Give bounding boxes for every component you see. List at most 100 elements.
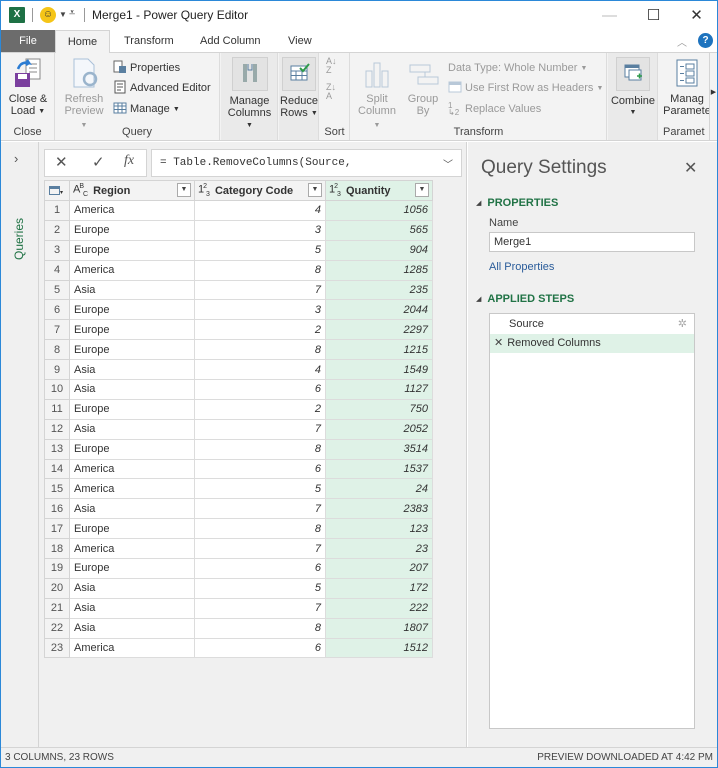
properties-button[interactable]: Properties bbox=[113, 59, 180, 77]
expand-queries-icon[interactable]: › bbox=[14, 151, 18, 166]
collapse-ribbon-icon[interactable]: ︿ bbox=[677, 34, 687, 49]
cell-quantity[interactable]: 1807 bbox=[325, 617, 433, 639]
cell-quantity[interactable]: 207 bbox=[325, 558, 433, 579]
cell-category-code[interactable]: 4 bbox=[194, 359, 326, 381]
cell-category-code[interactable]: 6 bbox=[194, 458, 326, 480]
tab-file[interactable]: File bbox=[1, 30, 55, 53]
gear-icon[interactable]: ✲ bbox=[678, 315, 687, 334]
data-type-dropdown[interactable]: Data Type: Whole Number ▼ bbox=[448, 59, 587, 77]
cell-quantity[interactable]: 565 bbox=[325, 219, 433, 241]
cell-category-code[interactable]: 7 bbox=[194, 279, 326, 301]
group-by-button[interactable]: Group By bbox=[403, 57, 443, 117]
cell-category-code[interactable]: 8 bbox=[194, 438, 326, 460]
cell-quantity[interactable]: 23 bbox=[325, 538, 433, 560]
row-number[interactable]: 20 bbox=[44, 577, 70, 599]
cell-category-code[interactable]: 8 bbox=[194, 259, 326, 281]
cell-quantity[interactable]: 123 bbox=[325, 518, 433, 540]
cell-quantity[interactable]: 904 bbox=[325, 239, 433, 261]
row-number[interactable]: 8 bbox=[44, 339, 70, 361]
cell-category-code[interactable]: 7 bbox=[194, 498, 326, 520]
cell-quantity[interactable]: 1512 bbox=[325, 637, 433, 659]
properties-section-header[interactable]: ◢ PROPERTIES bbox=[476, 197, 558, 209]
row-number[interactable]: 7 bbox=[44, 319, 70, 341]
cell-quantity[interactable]: 1537 bbox=[325, 458, 433, 480]
text-type-icon[interactable]: ABC bbox=[73, 183, 88, 198]
advanced-editor-button[interactable]: Advanced Editor bbox=[113, 79, 211, 97]
cell-region[interactable]: Europe bbox=[69, 339, 195, 361]
cell-region[interactable]: America bbox=[69, 458, 195, 480]
cell-category-code[interactable]: 3 bbox=[194, 219, 326, 241]
cell-category-code[interactable]: 2 bbox=[194, 398, 326, 420]
cell-category-code[interactable]: 4 bbox=[194, 200, 326, 221]
cell-region[interactable]: Asia bbox=[69, 279, 195, 301]
cell-quantity[interactable]: 1127 bbox=[325, 379, 433, 400]
cell-region[interactable]: Asia bbox=[69, 597, 195, 619]
cell-quantity[interactable]: 750 bbox=[325, 398, 433, 420]
queries-pane-label[interactable]: Queries bbox=[7, 182, 31, 262]
cell-region[interactable]: Europe bbox=[69, 438, 195, 460]
row-number[interactable]: 12 bbox=[44, 418, 70, 440]
minimize-button[interactable]: — bbox=[587, 1, 632, 30]
cell-region[interactable]: Asia bbox=[69, 379, 195, 400]
cell-quantity[interactable]: 172 bbox=[325, 577, 433, 599]
row-number[interactable]: 11 bbox=[44, 398, 70, 420]
cell-category-code[interactable]: 8 bbox=[194, 617, 326, 639]
row-number[interactable]: 18 bbox=[44, 538, 70, 560]
cell-category-code[interactable]: 5 bbox=[194, 478, 326, 500]
number-type-icon[interactable]: 123 bbox=[198, 183, 210, 198]
manage-columns-button[interactable]: Manage Columns ▼ bbox=[223, 57, 276, 132]
delete-step-icon[interactable]: ✕ bbox=[494, 337, 503, 349]
row-number[interactable]: 1 bbox=[44, 200, 70, 221]
tab-view[interactable]: View bbox=[278, 30, 322, 53]
cell-category-code[interactable]: 5 bbox=[194, 577, 326, 599]
tab-transform[interactable]: Transform bbox=[114, 30, 184, 53]
cell-quantity[interactable]: 2383 bbox=[325, 498, 433, 520]
cell-quantity[interactable]: 222 bbox=[325, 597, 433, 619]
row-number[interactable]: 19 bbox=[44, 558, 70, 579]
cell-region[interactable]: Asia bbox=[69, 498, 195, 520]
cell-region[interactable]: Europe bbox=[69, 319, 195, 341]
cancel-formula-icon[interactable]: ✕ bbox=[55, 153, 68, 171]
cell-category-code[interactable]: 6 bbox=[194, 637, 326, 659]
confirm-formula-icon[interactable]: ✓ bbox=[92, 153, 105, 171]
cell-quantity[interactable]: 2297 bbox=[325, 319, 433, 341]
cell-category-code[interactable]: 2 bbox=[194, 319, 326, 341]
step-source[interactable]: Source ✲ bbox=[490, 315, 694, 334]
cell-region[interactable]: America bbox=[69, 200, 195, 221]
row-number[interactable]: 17 bbox=[44, 518, 70, 540]
cell-quantity[interactable]: 2052 bbox=[325, 418, 433, 440]
cell-region[interactable]: Asia bbox=[69, 617, 195, 639]
cell-quantity[interactable]: 1285 bbox=[325, 259, 433, 281]
row-number[interactable]: 9 bbox=[44, 359, 70, 381]
cell-category-code[interactable]: 7 bbox=[194, 597, 326, 619]
cell-category-code[interactable]: 7 bbox=[194, 538, 326, 560]
row-number[interactable]: 3 bbox=[44, 239, 70, 261]
customize-qat-icon[interactable]: ⩡ bbox=[69, 7, 75, 20]
ribbon-scroll-right-button[interactable]: ▶ bbox=[709, 53, 717, 140]
caret-down-icon[interactable]: ▼ bbox=[59, 10, 67, 19]
cell-region[interactable]: Europe bbox=[69, 299, 195, 321]
manage-button[interactable]: Manage ▼ bbox=[113, 100, 180, 118]
step-removed-columns[interactable]: ✕ Removed Columns bbox=[490, 334, 694, 353]
formula-bar[interactable]: = Table.RemoveColumns(Source, ﹀ bbox=[151, 149, 462, 177]
tab-add-column[interactable]: Add Column bbox=[190, 30, 271, 53]
cell-quantity[interactable]: 3514 bbox=[325, 438, 433, 460]
column-filter-button[interactable]: ▼ bbox=[308, 183, 322, 197]
smiley-feedback-icon[interactable]: ☺ bbox=[40, 7, 56, 23]
cell-category-code[interactable]: 6 bbox=[194, 558, 326, 579]
cell-region[interactable]: Asia bbox=[69, 418, 195, 440]
sort-ascending-button[interactable]: A↓ Z bbox=[326, 57, 344, 77]
cell-category-code[interactable]: 6 bbox=[194, 379, 326, 400]
maximize-button[interactable]: ☐ bbox=[631, 1, 676, 30]
insert-function-icon[interactable]: fx bbox=[124, 153, 134, 169]
close-query-settings-icon[interactable]: ✕ bbox=[684, 158, 697, 178]
row-number[interactable]: 14 bbox=[44, 458, 70, 480]
column-filter-button[interactable]: ▼ bbox=[177, 183, 191, 197]
help-icon[interactable]: ? bbox=[698, 33, 713, 48]
row-number[interactable]: 5 bbox=[44, 279, 70, 301]
row-number[interactable]: 4 bbox=[44, 259, 70, 281]
cell-category-code[interactable]: 3 bbox=[194, 299, 326, 321]
row-number[interactable]: 15 bbox=[44, 478, 70, 500]
formula-text[interactable]: = Table.RemoveColumns(Source, bbox=[160, 157, 351, 169]
column-filter-button[interactable]: ▼ bbox=[415, 183, 429, 197]
